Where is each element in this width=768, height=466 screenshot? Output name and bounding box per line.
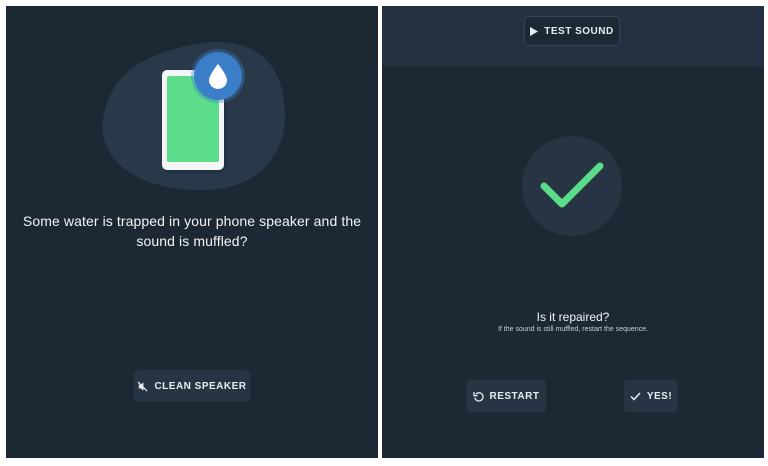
restart-button[interactable]: RESTART [466, 380, 546, 412]
yes-label: YES! [646, 390, 673, 402]
check-icon [630, 391, 641, 401]
speaker-off-icon [137, 380, 148, 392]
play-icon [530, 26, 539, 36]
repair-check-screen: TEST SOUND Is it repaired? If the sound … [382, 6, 764, 458]
repair-question: Is it repaired? [536, 310, 610, 324]
test-sound-label: TEST SOUND [544, 25, 614, 37]
checkmark-icon [522, 136, 622, 236]
restart-icon [472, 391, 484, 402]
question-text: Some water is trapped in your phone spea… [22, 213, 362, 249]
clean-speaker-label: CLEAN SPEAKER [154, 380, 247, 392]
yes-button[interactable]: YES! [624, 380, 678, 412]
restart-hint: If the sound is still muffled, restart t… [497, 326, 649, 333]
clean-speaker-button[interactable]: CLEAN SPEAKER [134, 370, 250, 402]
restart-label: RESTART [489, 390, 540, 402]
water-drop-icon [194, 52, 242, 100]
clean-speaker-screen: Some water is trapped in your phone spea… [6, 6, 378, 458]
test-sound-button[interactable]: TEST SOUND [524, 16, 620, 46]
